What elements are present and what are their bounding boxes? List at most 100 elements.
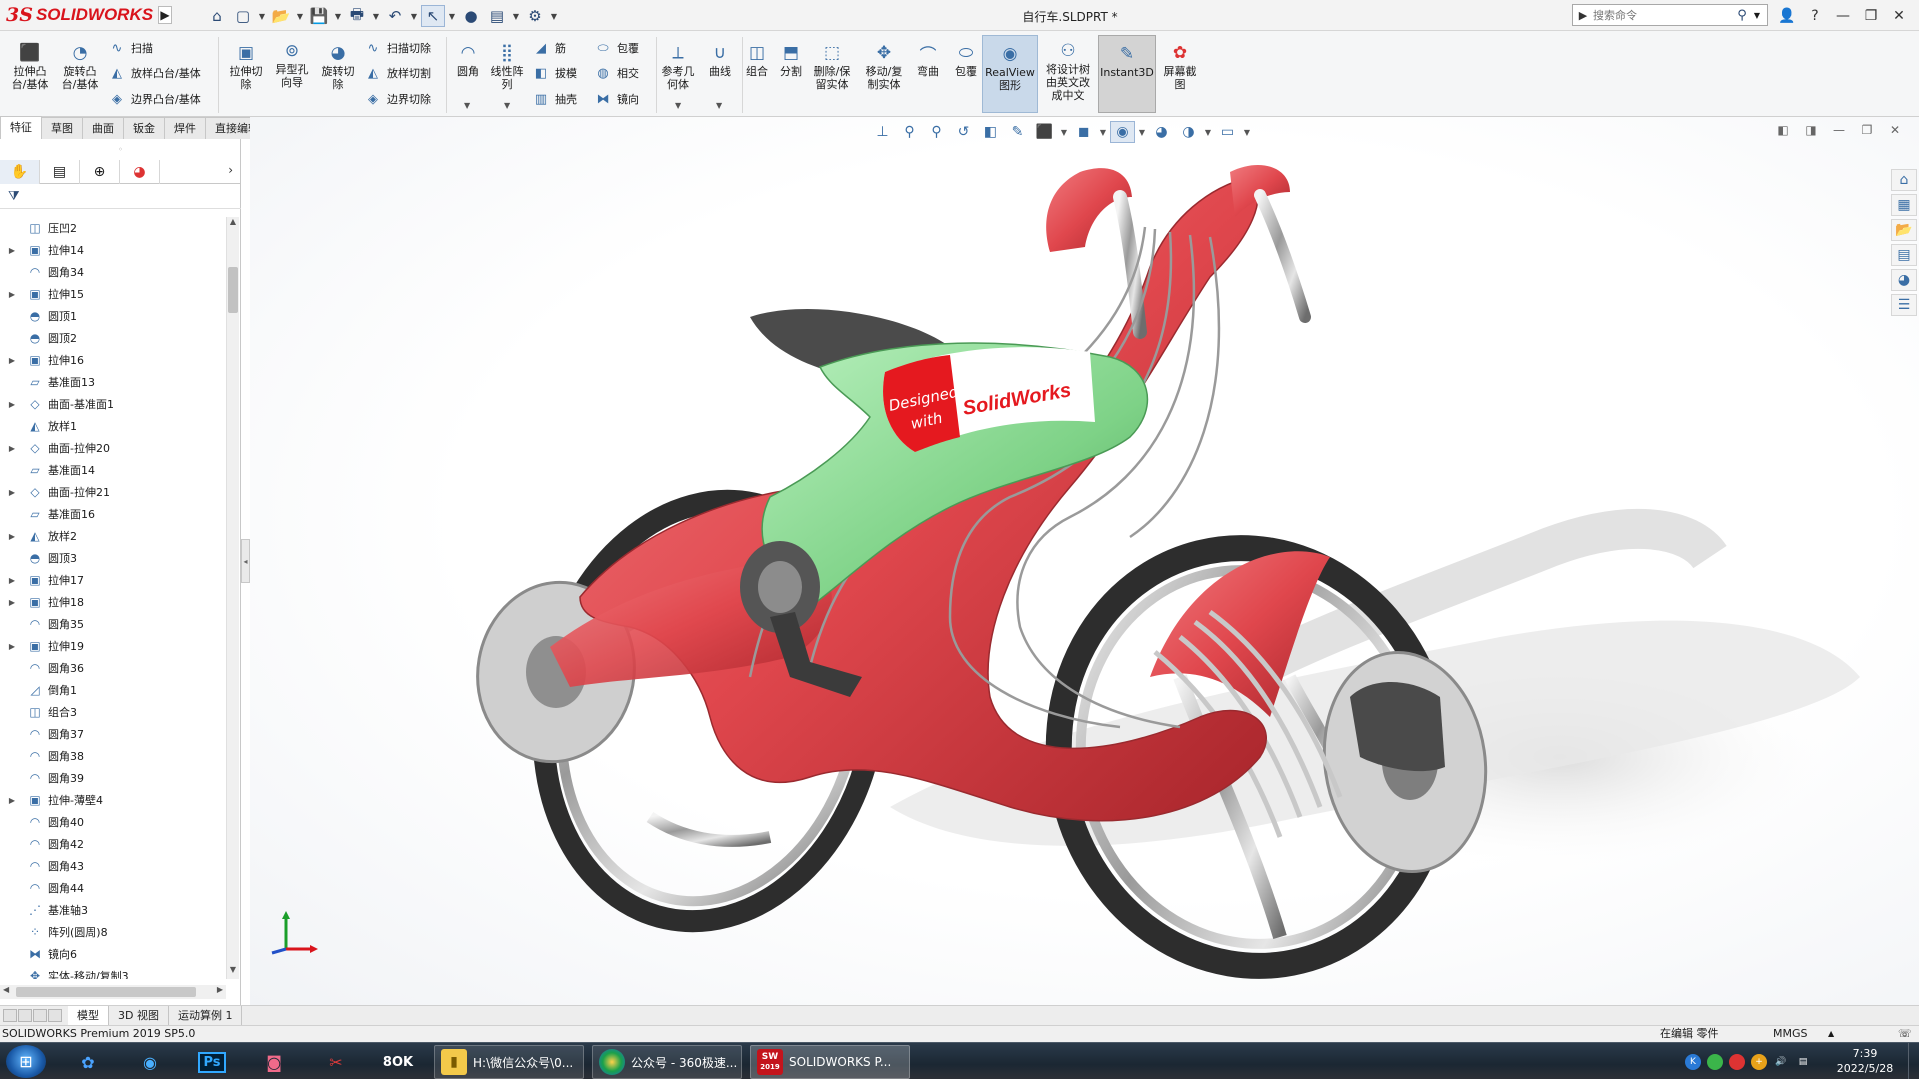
- tab-4[interactable]: 钣金: [123, 117, 165, 139]
- realview-graphics-button[interactable]: ◉ RealView 图形: [982, 35, 1038, 113]
- prev-tab-icon[interactable]: [18, 1009, 32, 1022]
- scroll-left-icon[interactable]: ◀: [3, 985, 9, 994]
- tray-volume-icon[interactable]: 🔊: [1773, 1054, 1789, 1070]
- configuration-manager-tab-icon[interactable]: ⊕: [80, 159, 120, 184]
- tree-item[interactable]: ◠ 圆角44: [0, 877, 226, 899]
- scroll-down-icon[interactable]: ▼: [227, 965, 239, 979]
- show-desktop-button[interactable]: [1908, 1043, 1919, 1079]
- expand-arrow-icon[interactable]: ▶: [6, 246, 18, 255]
- expand-arrow-icon[interactable]: ▶: [6, 642, 18, 651]
- pattern-dropdown-icon[interactable]: ▼: [504, 101, 510, 110]
- print-dropdown-icon[interactable]: ▼: [371, 5, 381, 27]
- move-copy-body-button[interactable]: ✥ 移动/复 制实体: [862, 41, 906, 91]
- save-dropdown-icon[interactable]: ▼: [333, 5, 343, 27]
- revolve-boss-button[interactable]: ◔ 旋转凸 台/基体: [58, 41, 102, 91]
- tree-item[interactable]: ◠ 圆角36: [0, 657, 226, 679]
- tree-item[interactable]: ⧓ 镜向6: [0, 943, 226, 965]
- curves-dropdown-icon[interactable]: ▼: [716, 101, 722, 110]
- tree-item[interactable]: ◠ 圆角35: [0, 613, 226, 635]
- tree-item[interactable]: ▶ ◇ 曲面-拉伸20: [0, 437, 226, 459]
- tree-item[interactable]: ▱ 基准面13: [0, 371, 226, 393]
- print-icon[interactable]: 🖶: [345, 5, 369, 27]
- restore-icon[interactable]: ❐: [1860, 5, 1882, 27]
- expand-arrow-icon[interactable]: ▶: [6, 598, 18, 607]
- tree-item[interactable]: ▶ ▣ 拉伸18: [0, 591, 226, 613]
- boundary-cut-button[interactable]: ◈ 边界切除: [364, 88, 431, 110]
- tree-item[interactable]: ◫ 组合3: [0, 701, 226, 723]
- search-input[interactable]: [1593, 8, 1733, 22]
- tree-item[interactable]: ◠ 圆角38: [0, 745, 226, 767]
- tree-item[interactable]: ◠ 圆角37: [0, 723, 226, 745]
- tree-item[interactable]: ◠ 圆角43: [0, 855, 226, 877]
- bicycle-model-render[interactable]: Designed with SolidWorks: [250, 117, 1919, 1005]
- help-icon[interactable]: ?: [1804, 5, 1826, 27]
- bottom-tab-3[interactable]: 运动算例 1: [169, 1005, 243, 1026]
- design-library-icon[interactable]: ▦: [1891, 194, 1917, 216]
- tab-5[interactable]: 焊件: [164, 117, 206, 139]
- scene-dropdown-icon[interactable]: ▼: [1203, 121, 1213, 143]
- tree-item[interactable]: ◠ 圆角42: [0, 833, 226, 855]
- open-dropdown-icon[interactable]: ▼: [295, 5, 305, 27]
- property-manager-tab-icon[interactable]: ▤: [40, 159, 80, 184]
- reference-dropdown-icon[interactable]: ▼: [675, 101, 681, 110]
- expand-arrow-icon[interactable]: ▶: [6, 796, 18, 805]
- panel-grip[interactable]: ◦: [0, 139, 241, 160]
- extrude-cut-button[interactable]: ▣ 拉伸切 除: [224, 41, 268, 91]
- tree-item[interactable]: ▶ ◇ 曲面-拉伸21: [0, 481, 226, 503]
- tree-item[interactable]: ◓ 圆顶3: [0, 547, 226, 569]
- tray-network-icon[interactable]: ▤: [1795, 1054, 1811, 1070]
- tree-item[interactable]: ▶ ▣ 拉伸14: [0, 239, 226, 261]
- display-style-icon[interactable]: ◼: [1071, 121, 1096, 143]
- open-folder-icon[interactable]: 📂: [269, 5, 293, 27]
- tree-item[interactable]: ▶ ▣ 拉伸15: [0, 283, 226, 305]
- shell-button[interactable]: ▥ 抽壳: [532, 88, 577, 110]
- delete-keep-body-button[interactable]: ⬚ 删除/保 留实体: [810, 41, 854, 91]
- close-icon[interactable]: ✕: [1888, 5, 1910, 27]
- sweep-button[interactable]: ∿ 扫描: [108, 37, 153, 59]
- tree-item[interactable]: ▶ ▣ 拉伸17: [0, 569, 226, 591]
- hide-show-dropdown-icon[interactable]: ▼: [1137, 121, 1147, 143]
- swept-cut-button[interactable]: ∿ 扫描切除: [364, 37, 431, 59]
- extrude-boss-button[interactable]: ⬛ 拉伸凸 台/基体: [8, 41, 52, 91]
- viewport-restore-icon[interactable]: ❐: [1859, 123, 1875, 137]
- view-palette-icon[interactable]: ▤: [1891, 244, 1917, 266]
- expand-arrow-icon[interactable]: ▶: [6, 356, 18, 365]
- tray-plus-icon[interactable]: +: [1751, 1054, 1767, 1070]
- lofted-cut-button[interactable]: ◭ 放样切割: [364, 62, 431, 84]
- tree-item[interactable]: ▶ ▣ 拉伸16: [0, 349, 226, 371]
- ok-app-icon[interactable]: 8OK: [376, 1046, 420, 1078]
- hole-wizard-button[interactable]: ⊚ 异型孔 向导: [270, 39, 314, 89]
- file-properties-icon[interactable]: ▤: [485, 5, 509, 27]
- expand-arrow-icon[interactable]: ▶: [6, 488, 18, 497]
- boundary-boss-button[interactable]: ◈ 边界凸台/基体: [108, 88, 201, 110]
- tree-item[interactable]: ▱ 基准面16: [0, 503, 226, 525]
- panel-splitter-handle[interactable]: ◂: [241, 539, 250, 583]
- fillet-dropdown-icon[interactable]: ▼: [464, 101, 470, 110]
- view-settings-icon[interactable]: ▭: [1215, 121, 1240, 143]
- scroll-thumb[interactable]: [228, 267, 238, 313]
- next-tab-icon[interactable]: [33, 1009, 47, 1022]
- zoom-to-area-icon[interactable]: ⚲: [924, 121, 949, 143]
- section-view-icon[interactable]: ◧: [978, 121, 1003, 143]
- bottom-tab-1[interactable]: 模型: [68, 1005, 109, 1026]
- file-properties-dropdown-icon[interactable]: ▼: [511, 5, 521, 27]
- first-tab-icon[interactable]: [3, 1009, 17, 1022]
- tree-item[interactable]: ▱ 基准面14: [0, 459, 226, 481]
- tree-horizontal-scrollbar[interactable]: ◀ ▶: [0, 985, 226, 999]
- expand-arrow-icon[interactable]: ▶: [6, 444, 18, 453]
- tree-filter-icon[interactable]: ⧩: [0, 185, 241, 209]
- tree-item[interactable]: ⋰ 基准轴3: [0, 899, 226, 921]
- tree-item[interactable]: ▶ ◭ 放样2: [0, 525, 226, 547]
- select-arrow-icon[interactable]: ↖: [421, 5, 445, 27]
- loft-boss-button[interactable]: ◭ 放样凸台/基体: [108, 62, 201, 84]
- view-orientation-icon[interactable]: ⊥: [870, 121, 895, 143]
- tree-vertical-scrollbar[interactable]: ▲ ▼: [226, 217, 239, 979]
- taskbar-window-solidworks[interactable]: SW 2019 SOLIDWORKS P...: [750, 1045, 910, 1079]
- solidworks-resources-icon[interactable]: ⌂: [1891, 169, 1917, 191]
- photoshop-icon[interactable]: Ps: [190, 1046, 234, 1078]
- viewport-collapse-icon[interactable]: ◧: [1775, 123, 1791, 137]
- tree-item[interactable]: ▶ ◇ 曲面-基准面1: [0, 393, 226, 415]
- draft-button[interactable]: ◧ 拔模: [532, 62, 577, 84]
- instant3d-button[interactable]: ✎ Instant3D: [1098, 35, 1156, 113]
- feature-manager-tab-icon[interactable]: ✋: [0, 159, 40, 184]
